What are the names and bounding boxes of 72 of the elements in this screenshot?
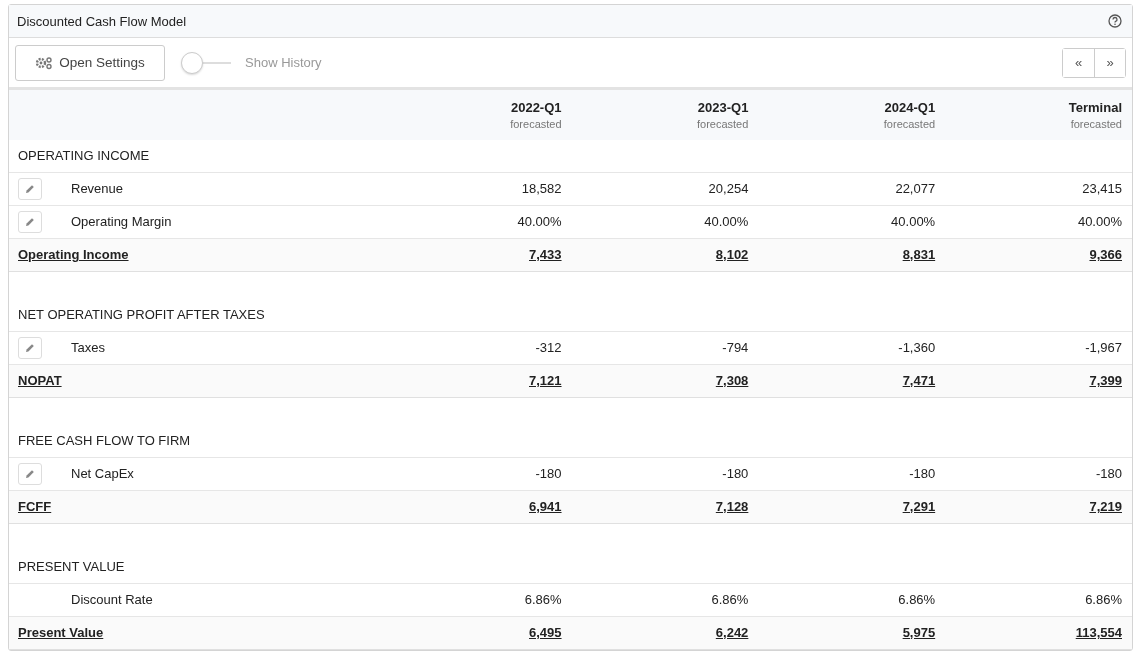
table-cell: 6.86% xyxy=(711,592,749,607)
open-settings-button[interactable]: Open Settings xyxy=(15,44,165,81)
row-label: Taxes xyxy=(71,340,105,355)
pencil-icon xyxy=(25,468,35,479)
column-subheading: forecasted xyxy=(696,118,749,130)
table-cell: -180 xyxy=(722,466,749,481)
column-heading: 2023-Q1 xyxy=(696,100,749,115)
total-cell: 8,831 xyxy=(902,247,936,262)
total-label: Operating Income xyxy=(18,247,129,262)
row-label: Operating Margin xyxy=(71,214,172,229)
row-label: Net CapEx xyxy=(71,466,134,481)
section-heading: NET OPERATING PROFIT AFTER TAXES xyxy=(18,307,265,323)
total-cell: 113,554 xyxy=(1075,625,1122,640)
total-cell: 7,219 xyxy=(1089,499,1122,514)
edit-button[interactable] xyxy=(18,210,42,233)
column-subheading: forecasted xyxy=(1069,118,1122,130)
column-heading: 2022-Q1 xyxy=(509,100,562,115)
table-cell: 6.86% xyxy=(898,592,936,607)
column-heading: 2024-Q1 xyxy=(883,100,936,115)
help-icon[interactable] xyxy=(1108,14,1122,28)
total-cell: 6,495 xyxy=(529,625,562,640)
total-label: Present Value xyxy=(18,625,104,640)
total-cell: 8,102 xyxy=(715,247,749,262)
table-cell: 20,254 xyxy=(708,181,749,196)
total-cell: 7,471 xyxy=(902,373,936,388)
total-cell: 7,433 xyxy=(529,247,562,262)
pencil-icon xyxy=(25,216,35,227)
column-subheading: forecasted xyxy=(882,118,936,130)
table-cell: -1,967 xyxy=(1085,340,1122,355)
pencil-icon xyxy=(25,342,35,353)
total-cell: 6,242 xyxy=(715,625,749,640)
row-label: Revenue xyxy=(71,181,124,196)
table-cell: 40.00% xyxy=(891,214,936,229)
total-cell: 7,308 xyxy=(715,373,749,388)
edit-button[interactable] xyxy=(18,462,42,485)
history-toggle[interactable] xyxy=(181,51,231,74)
gears-icon xyxy=(35,55,54,70)
row-label: Discount Rate xyxy=(71,592,153,607)
table-cell: 22,077 xyxy=(895,181,936,196)
total-cell: 5,975 xyxy=(902,625,936,640)
table-cell: 40.00% xyxy=(517,214,562,229)
total-label: FCFF xyxy=(18,499,52,514)
table-cell: 40.00% xyxy=(704,214,749,229)
table-cell: -794 xyxy=(722,340,749,355)
column-heading: Terminal xyxy=(1067,100,1122,115)
total-cell: 6,941 xyxy=(529,499,562,514)
table-cell: -180 xyxy=(1095,466,1122,481)
panel-title: Discounted Cash Flow Model xyxy=(17,13,187,29)
pencil-icon xyxy=(25,183,35,194)
table-cell: -180 xyxy=(535,466,562,481)
show-history-label: Show History xyxy=(245,55,322,70)
total-cell: 7,121 xyxy=(529,373,562,388)
table-cell: 6.86% xyxy=(524,592,562,607)
table-cell: -180 xyxy=(909,466,936,481)
table-cell: -1,360 xyxy=(898,340,936,355)
total-cell: 7,399 xyxy=(1089,373,1122,388)
total-cell: 9,366 xyxy=(1089,247,1122,262)
table-cell: 18,582 xyxy=(521,181,562,196)
total-label: NOPAT xyxy=(18,373,62,388)
section-heading: OPERATING INCOME xyxy=(18,148,150,164)
edit-button[interactable] xyxy=(18,177,42,200)
next-button[interactable]: » xyxy=(1094,48,1125,77)
table-cell: 40.00% xyxy=(1077,214,1122,229)
edit-button[interactable] xyxy=(18,336,42,359)
total-cell: 7,128 xyxy=(715,499,749,514)
table-cell: 23,415 xyxy=(1082,181,1122,196)
section-heading: PRESENT VALUE xyxy=(18,559,125,575)
column-subheading: forecasted xyxy=(509,118,562,130)
section-heading: FREE CASH FLOW TO FIRM xyxy=(18,433,191,449)
table-cell: -312 xyxy=(535,340,562,355)
total-cell: 7,291 xyxy=(902,499,936,514)
table-cell: 6.86% xyxy=(1085,592,1122,607)
